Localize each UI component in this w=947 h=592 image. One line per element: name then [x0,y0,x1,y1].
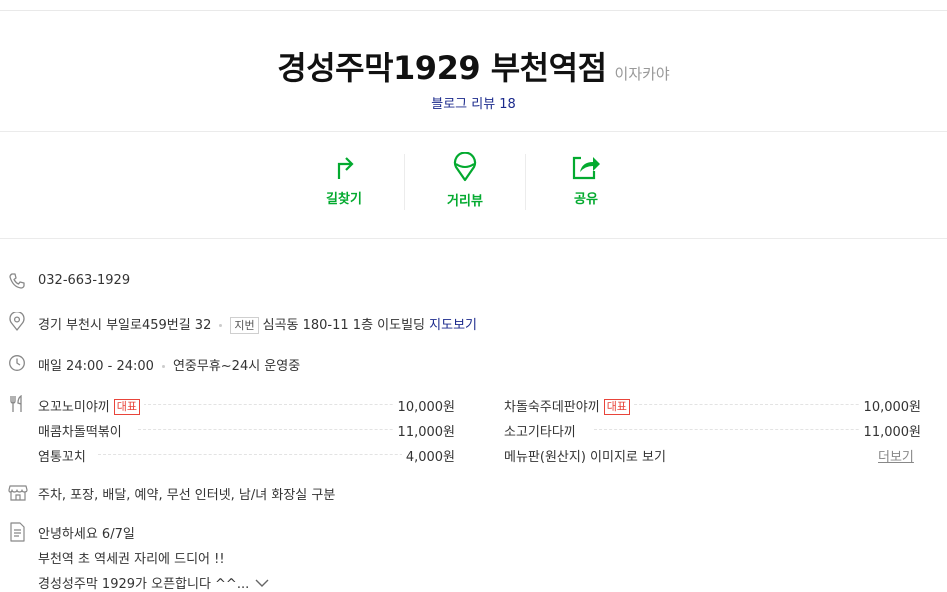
menu-item-price: 11,000원 [859,421,921,440]
hours-text: 매일 24:00 - 24:00 연중무휴~24시 운영중 [38,355,300,374]
directions-label: 길찾기 [326,192,362,207]
street-view-icon [453,152,477,182]
clock-icon [9,355,25,371]
road-address: 경기 부천시 부일로459번길 32 [38,318,212,333]
place-header: 경성주막1929 부천역점 이자카야 블로그 리뷰 18 [0,11,947,131]
street-view-label: 거리뷰 [447,194,483,209]
location-pin-icon [9,312,25,331]
chevron-down-icon[interactable] [255,578,269,588]
blog-review-label: 블로그 리뷰 [431,97,496,112]
menu-item: 소고기타다끼 11,000원 [504,421,921,440]
phone-icon [9,273,25,289]
document-icon [10,522,25,542]
directions-button[interactable]: 길찾기 [284,152,404,218]
jibun-address: 심곡동 180-11 1층 이도빌딩 [262,318,426,333]
menu-item: 차돌숙주데판야끼 대표 10,000원 [504,396,921,415]
action-bar: 길찾기 거리뷰 공유 [0,132,947,238]
menu-item-price: 4,000원 [401,446,455,465]
menu-item-price: 10,000원 [859,396,921,415]
share-button[interactable]: 공유 [526,152,646,218]
menu-item-name: 염통꼬치 [38,446,90,465]
menu-item-name: 차돌숙주데판야끼 대표 [504,396,634,415]
street-view-button[interactable]: 거리뷰 [405,152,525,218]
menu-leader [98,454,438,455]
description-line[interactable]: 경성성주막 1929가 오픈합니다 ^^... [38,573,269,592]
menu-item: 염통꼬치 4,000원 [38,446,455,465]
menu-item: 오꼬노미야끼 대표 10,000원 [38,396,455,415]
store-icon [8,485,28,501]
rep-badge: 대표 [603,399,630,415]
directions-icon [337,157,354,179]
address-text: 경기 부천시 부일로459번길 32 지번 심곡동 180-11 1층 이도빌딩 지… [38,314,477,334]
business-hours: 매일 24:00 - 24:00 [38,359,154,374]
separator-dot [161,365,165,368]
description-line: 안녕하세요 6/7일 [38,527,135,542]
actions-divider [0,238,947,239]
menu-item-price: 10,000원 [393,396,455,415]
share-label: 공유 [574,192,598,207]
jibun-tag: 지번 [230,317,259,334]
rep-badge: 대표 [113,399,141,415]
fork-knife-icon [10,395,22,412]
place-category: 이자카야 [614,65,670,83]
phone-number[interactable]: 032-663-1929 [38,273,130,288]
facilities-text: 주차, 포장, 배달, 예약, 무선 인터넷, 남/녀 화장실 구분 [38,488,336,503]
blog-review-count: 18 [499,97,516,112]
menu-item-name: 소고기타다끼 [504,421,580,440]
menu-item-name: 오꼬노미야끼 대표 [38,396,145,415]
separator-dot [219,324,223,327]
blog-review-link[interactable]: 블로그 리뷰 18 [0,93,947,112]
menu-item-price: 11,000원 [393,421,455,440]
menu-image-link[interactable]: 메뉴판(원산지) 이미지로 보기 [504,446,666,465]
title-row: 경성주막1929 부천역점 이자카야 [0,43,947,89]
menu-leader [594,429,904,430]
hours-note: 연중무휴~24시 운영중 [172,359,301,374]
place-title: 경성주막1929 부천역점 [277,49,607,87]
map-link[interactable]: 지도보기 [429,318,477,333]
share-icon [572,156,600,180]
menu-item-name: 매콤차돌떡볶이 [38,421,126,440]
menu-more-link[interactable]: 더보기 [878,446,914,465]
menu-item: 매콤차돌떡볶이 11,000원 [38,421,455,440]
description-line-text: 경성성주막 1929가 오픈합니다 ^^... [38,577,250,592]
description-line: 부천역 초 역세권 자리에 드디어 !! [38,552,225,567]
